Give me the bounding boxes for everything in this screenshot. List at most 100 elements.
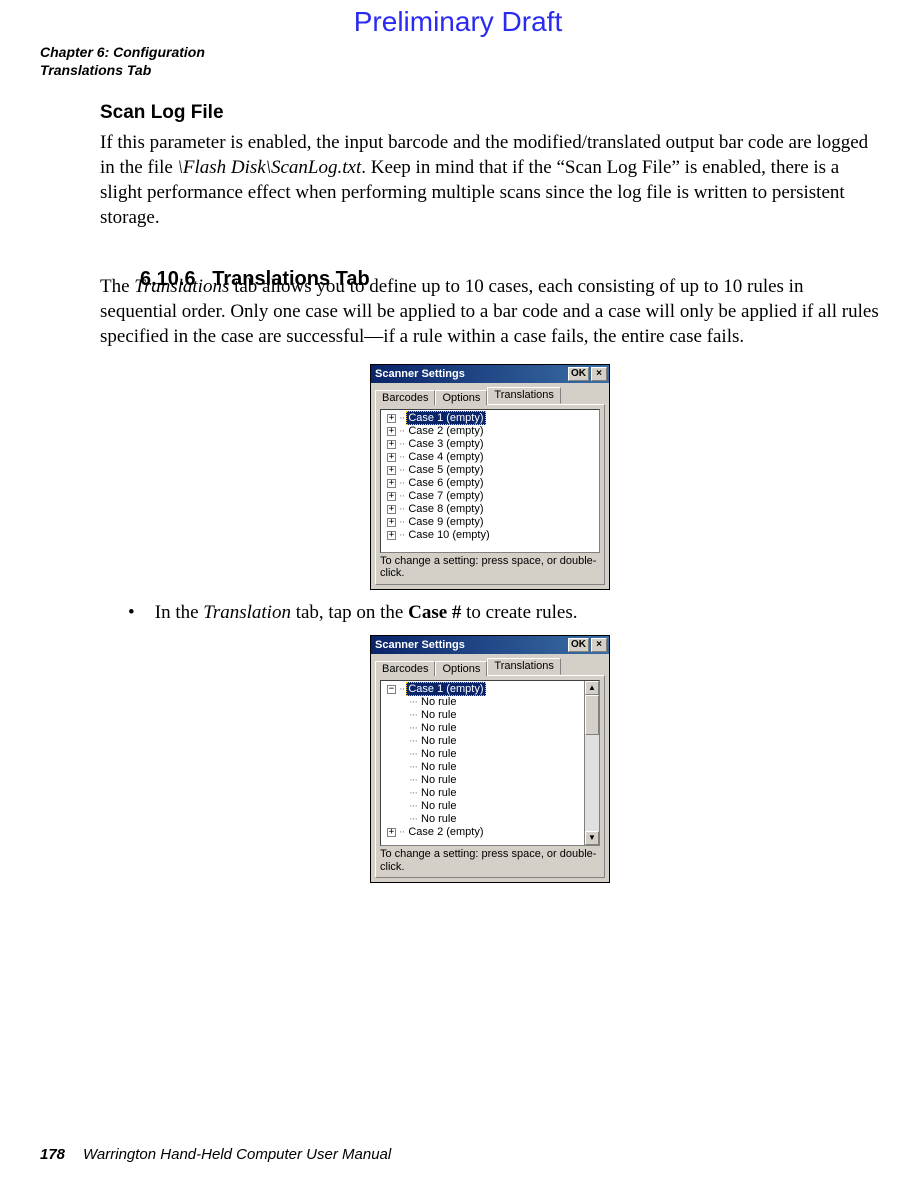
scanner-settings-dialog-2: Scanner Settings OK × Barcodes Options T… (370, 635, 610, 883)
tree-item-case-2[interactable]: +··Case 2 (empty) (383, 425, 599, 438)
tree-item-case-6[interactable]: +··Case 6 (empty) (383, 477, 599, 490)
tab-translations[interactable]: Translations (487, 387, 561, 404)
tree-label: Case 2 (empty) (406, 425, 485, 437)
tree-item-rule[interactable]: ···No rule (383, 696, 599, 709)
case-tree-expanded[interactable]: −··Case 1 (empty) ···No rule ···No rule … (380, 680, 600, 846)
tree-item-case-2[interactable]: +··Case 2 (empty) (383, 826, 599, 839)
scroll-down-icon[interactable]: ▼ (585, 831, 599, 845)
instruction-italic: Translation (203, 602, 291, 623)
translations-tab-heading: 6.10.6 Translations Tab (140, 268, 370, 291)
scan-log-file-paragraph: If this parameter is enabled, the input … (100, 130, 880, 230)
section-title: Translations Tab (212, 268, 369, 290)
text: tab, tap on the (291, 602, 408, 623)
hint-text: To change a setting: press space, or dou… (380, 846, 600, 873)
tree-item-rule[interactable]: ···No rule (383, 722, 599, 735)
expand-icon[interactable]: + (387, 531, 396, 540)
expand-icon[interactable]: + (387, 828, 396, 837)
tree-item-case-3[interactable]: +··Case 3 (empty) (383, 438, 599, 451)
tree-item-case-5[interactable]: +··Case 5 (empty) (383, 464, 599, 477)
tree-label: Case 6 (empty) (406, 477, 485, 489)
tree-label: No rule (419, 774, 458, 786)
expand-icon[interactable]: + (387, 427, 396, 436)
page-footer: 178 Warrington Hand-Held Computer User Ma… (40, 1146, 391, 1163)
close-button[interactable]: × (591, 367, 607, 381)
title-bar-text: Scanner Settings (375, 636, 465, 654)
close-button[interactable]: × (591, 638, 607, 652)
tree-item-case-1[interactable]: +··Case 1 (empty) (383, 412, 599, 425)
tree-label: Case 9 (empty) (406, 516, 485, 528)
tree-label: Case 1 (empty) (406, 411, 485, 425)
tree-label: No rule (419, 761, 458, 773)
scroll-up-icon[interactable]: ▲ (585, 681, 599, 695)
tree-label: No rule (419, 709, 458, 721)
ok-button[interactable]: OK (568, 367, 589, 381)
expand-icon[interactable]: + (387, 440, 396, 449)
collapse-icon[interactable]: − (387, 685, 396, 694)
tree-label: No rule (419, 748, 458, 760)
tree-item-rule[interactable]: ···No rule (383, 774, 599, 787)
scroll-thumb[interactable] (585, 695, 599, 735)
title-bar[interactable]: Scanner Settings OK × (371, 636, 609, 654)
tree-item-rule[interactable]: ···No rule (383, 800, 599, 813)
tab-pane: +··Case 1 (empty) +··Case 2 (empty) +··C… (375, 404, 605, 585)
manual-title: Warrington Hand-Held Computer User Manua… (83, 1146, 391, 1163)
instruction-bold: Case # (408, 602, 461, 623)
running-header: Chapter 6: Configuration Translations Ta… (40, 44, 205, 79)
title-bar[interactable]: Scanner Settings OK × (371, 365, 609, 383)
tree-label: Case 8 (empty) (406, 503, 485, 515)
tree-label: No rule (419, 696, 458, 708)
instruction-bullet: In the Translation tab, tap on the Case … (128, 600, 880, 625)
tree-label: Case 4 (empty) (406, 451, 485, 463)
tree-item-rule[interactable]: ···No rule (383, 787, 599, 800)
expand-icon[interactable]: + (387, 453, 396, 462)
tab-barcodes[interactable]: Barcodes (375, 390, 435, 405)
tree-item-rule[interactable]: ···No rule (383, 813, 599, 826)
tree-label: No rule (419, 813, 458, 825)
tab-strip: Barcodes Options Translations (371, 383, 609, 404)
tree-label: Case 10 (empty) (406, 529, 491, 541)
tree-item-case-8[interactable]: +··Case 8 (empty) (383, 503, 599, 516)
tab-options[interactable]: Options (435, 390, 487, 405)
tree-label: Case 5 (empty) (406, 464, 485, 476)
tree-item-rule[interactable]: ···No rule (383, 748, 599, 761)
tree-label: No rule (419, 722, 458, 734)
scan-log-path-italic: \Flash Disk\ScanLog.txt (178, 157, 362, 178)
tab-barcodes[interactable]: Barcodes (375, 661, 435, 676)
tab-pane: −··Case 1 (empty) ···No rule ···No rule … (375, 675, 605, 878)
tree-item-case-1-open[interactable]: −··Case 1 (empty) (383, 683, 599, 696)
tree-item-rule[interactable]: ···No rule (383, 761, 599, 774)
tree-label: Case 3 (empty) (406, 438, 485, 450)
tree-label: No rule (419, 800, 458, 812)
tree-label: No rule (419, 735, 458, 747)
tree-label: No rule (419, 787, 458, 799)
tree-item-case-4[interactable]: +··Case 4 (empty) (383, 451, 599, 464)
expand-icon[interactable]: + (387, 505, 396, 514)
text: to create rules. (461, 602, 577, 623)
tree-item-rule[interactable]: ···No rule (383, 709, 599, 722)
expand-icon[interactable]: + (387, 492, 396, 501)
tree-label: Case 2 (empty) (406, 826, 485, 838)
scan-log-file-heading: Scan Log File (100, 102, 880, 124)
hint-text: To change a setting: press space, or dou… (380, 553, 600, 580)
tree-item-case-9[interactable]: +··Case 9 (empty) (383, 516, 599, 529)
title-bar-text: Scanner Settings (375, 365, 465, 383)
expand-icon[interactable]: + (387, 466, 396, 475)
tree-scrollbar[interactable]: ▲ ▼ (584, 681, 599, 845)
tab-options[interactable]: Options (435, 661, 487, 676)
header-section: Translations Tab (40, 62, 205, 80)
tab-strip: Barcodes Options Translations (371, 654, 609, 675)
tree-label: Case 1 (empty) (406, 682, 485, 696)
text: The (100, 276, 134, 297)
page-number: 178 (40, 1146, 65, 1163)
case-tree[interactable]: +··Case 1 (empty) +··Case 2 (empty) +··C… (380, 409, 600, 553)
expand-icon[interactable]: + (387, 518, 396, 527)
tree-item-case-7[interactable]: +··Case 7 (empty) (383, 490, 599, 503)
tree-item-rule[interactable]: ···No rule (383, 735, 599, 748)
expand-icon[interactable]: + (387, 414, 396, 423)
section-number: 6.10.6 (140, 268, 196, 290)
expand-icon[interactable]: + (387, 479, 396, 488)
tree-item-case-10[interactable]: +··Case 10 (empty) (383, 529, 599, 542)
tab-translations[interactable]: Translations (487, 658, 561, 675)
tree-label: Case 7 (empty) (406, 490, 485, 502)
ok-button[interactable]: OK (568, 638, 589, 652)
